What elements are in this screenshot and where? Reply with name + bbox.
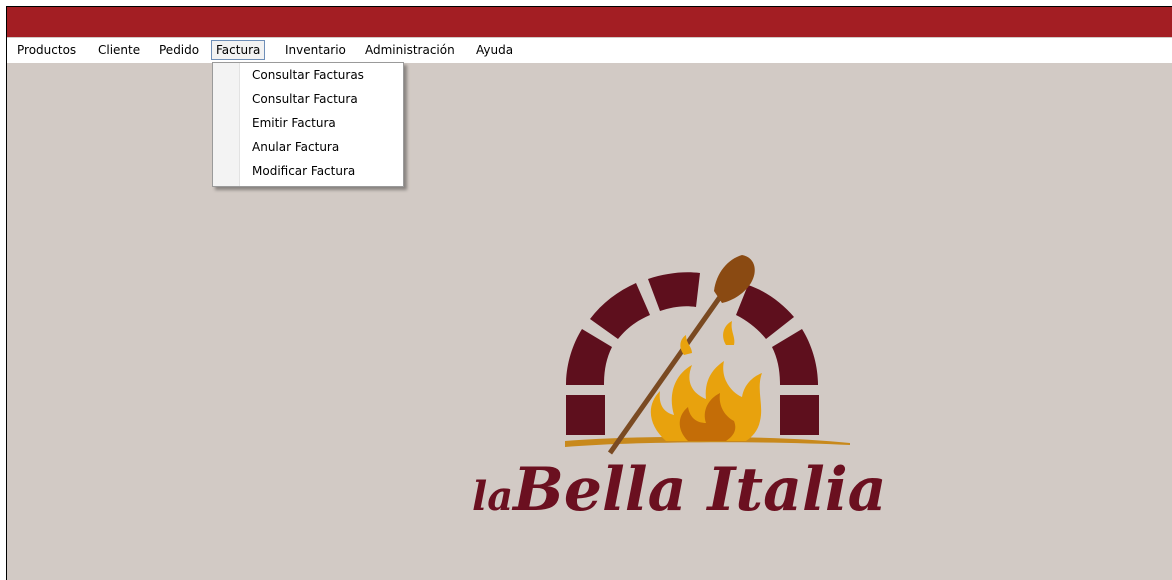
- brand-wordmark: laBella Italia: [472, 450, 942, 530]
- title-bar: [7, 7, 1172, 37]
- menu-inventario[interactable]: Inventario: [285, 42, 346, 58]
- menuitem-emitir-factura[interactable]: Emitir Factura: [252, 115, 336, 131]
- menuitem-modificar-factura[interactable]: Modificar Factura: [252, 163, 355, 179]
- menu-cliente[interactable]: Cliente: [98, 42, 140, 58]
- menu-pedido[interactable]: Pedido: [159, 42, 199, 58]
- menuitem-consultar-factura[interactable]: Consultar Factura: [252, 91, 358, 107]
- menu-ayuda[interactable]: Ayuda: [476, 42, 513, 58]
- menuitem-anular-factura[interactable]: Anular Factura: [252, 139, 339, 155]
- menu-bar: Productos Cliente Pedido Factura Inventa…: [7, 38, 1172, 63]
- dropdown-gutter: [213, 63, 240, 186]
- menu-productos[interactable]: Productos: [17, 42, 76, 58]
- menu-administracion[interactable]: Administración: [365, 42, 455, 58]
- factura-dropdown: Consultar Facturas Consultar Factura Emi…: [212, 62, 404, 187]
- brand-name: Bella Italia: [513, 455, 887, 525]
- brand-la: la: [472, 473, 514, 520]
- fire-icon: [650, 321, 762, 441]
- menuitem-consultar-facturas[interactable]: Consultar Facturas: [252, 67, 364, 83]
- menu-factura[interactable]: Factura: [211, 40, 266, 60]
